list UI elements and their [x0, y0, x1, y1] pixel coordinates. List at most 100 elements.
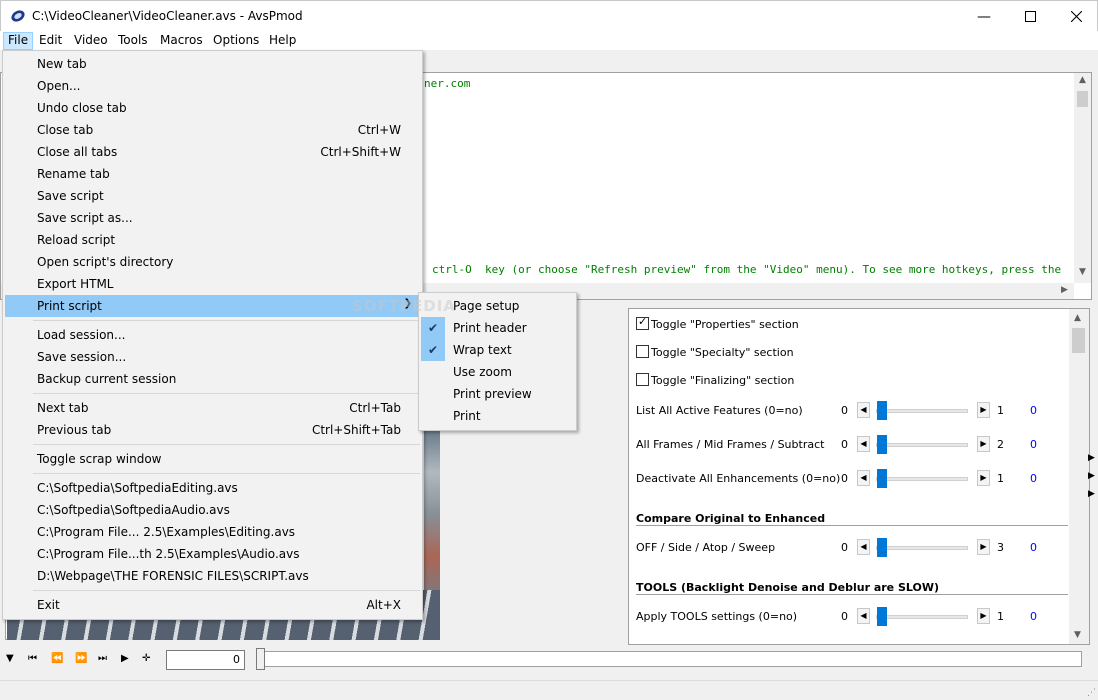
menu-item-save-script[interactable]: Save script — [5, 185, 420, 207]
scroll-thumb[interactable] — [1077, 91, 1088, 107]
submenu-item-print-header[interactable]: ✔ Print header — [421, 317, 574, 339]
slider-track[interactable] — [876, 409, 968, 413]
menu-file[interactable]: File — [3, 32, 34, 50]
menu-item-recent-file[interactable]: C:\Softpedia\SoftpediaEditing.avs — [5, 477, 420, 499]
minimize-button[interactable]: — — [961, 1, 1007, 32]
toggle-finalizing[interactable]: Toggle "Finalizing" section — [636, 373, 794, 387]
menu-item-rename-tab[interactable]: Rename tab — [5, 163, 420, 185]
maximize-button[interactable] — [1007, 1, 1053, 32]
toggle-preview-icon[interactable]: ▼ — [6, 653, 14, 664]
menu-item-save-session[interactable]: Save session... — [5, 346, 420, 368]
menu-options[interactable]: Options — [209, 32, 263, 50]
menu-item-open[interactable]: Open... — [5, 75, 420, 97]
menu-bar: File Edit Video Tools Macros Options Hel… — [0, 31, 1098, 50]
menu-item-next-tab[interactable]: Next tab Ctrl+Tab — [5, 397, 420, 419]
scroll-thumb[interactable] — [1072, 328, 1085, 353]
timeline-thumb[interactable] — [256, 648, 265, 670]
menu-edit[interactable]: Edit — [35, 32, 66, 50]
menu-item-close-all-tabs[interactable]: Close all tabs Ctrl+Shift+W — [5, 141, 420, 163]
section-header: Compare Original to Enhanced — [636, 512, 826, 525]
section-header: TOOLS (Backlight Denoise and Deblur are … — [636, 581, 940, 594]
scroll-up-icon[interactable]: ▲ — [1074, 75, 1091, 85]
menu-item-exit[interactable]: Exit Alt+X — [5, 594, 420, 616]
checkbox[interactable] — [636, 345, 649, 358]
slider-thumb[interactable] — [877, 607, 887, 626]
slider-increase-button[interactable]: ▶ — [977, 608, 990, 624]
menu-item-backup-session[interactable]: Backup current session — [5, 368, 420, 390]
slider-increase-button[interactable]: ▶ — [977, 402, 990, 418]
scroll-down-icon[interactable]: ▼ — [1069, 630, 1086, 640]
slider-increase-button[interactable]: ▶ — [977, 436, 990, 452]
slider-row: All Frames / Mid Frames / Subtract 0 ◀ ▶… — [636, 435, 1066, 455]
toggle-specialty[interactable]: Toggle "Specialty" section — [636, 345, 794, 359]
slider-label: OFF / Side / Atop / Sweep — [636, 541, 776, 554]
frame-number-input[interactable]: 0 — [166, 650, 245, 670]
skip-start-icon[interactable]: ⏮ — [28, 653, 37, 664]
slider-decrease-button[interactable]: ◀ — [857, 436, 870, 452]
close-icon — [1070, 11, 1082, 22]
checkbox[interactable] — [636, 315, 649, 330]
maximize-icon — [1024, 11, 1036, 22]
menu-item-export-html[interactable]: Export HTML — [5, 273, 420, 295]
editor-vscrollbar[interactable]: ▲ ▼ — [1074, 73, 1091, 283]
slider-decrease-button[interactable]: ◀ — [857, 402, 870, 418]
rewind-icon[interactable]: ⏪ — [51, 653, 63, 664]
menu-item-previous-tab[interactable]: Previous tab Ctrl+Shift+Tab — [5, 419, 420, 441]
menu-item-load-session[interactable]: Load session... — [5, 324, 420, 346]
toggle-properties[interactable]: Toggle "Properties" section — [636, 315, 799, 331]
properties-vscrollbar[interactable]: ▲ ▼ — [1069, 309, 1089, 644]
divider — [636, 525, 1068, 526]
fast-forward-icon[interactable]: ⏩ — [75, 653, 87, 664]
menu-item-recent-file[interactable]: C:\Program File... 2.5\Examples\Editing.… — [5, 521, 420, 543]
menu-item-toggle-scrap[interactable]: Toggle scrap window — [5, 448, 420, 470]
slider-value: 0 — [1030, 541, 1037, 554]
submenu-item-print[interactable]: Print — [421, 405, 574, 427]
expand-arrow-icon[interactable]: ▶ — [1088, 453, 1095, 463]
menu-item-save-script-as[interactable]: Save script as... — [5, 207, 420, 229]
menu-macros[interactable]: Macros — [156, 32, 207, 50]
slider-increase-button[interactable]: ▶ — [977, 539, 990, 555]
menu-item-recent-file[interactable]: D:\Webpage\THE FORENSIC FILES\SCRIPT.avs — [5, 565, 420, 587]
menu-item-close-tab[interactable]: Close tab Ctrl+W — [5, 119, 420, 141]
slider-track[interactable] — [876, 615, 968, 619]
menu-item-open-directory[interactable]: Open script's directory — [5, 251, 420, 273]
expand-arrow-icon[interactable]: ▶ — [1088, 489, 1095, 499]
slider-track[interactable] — [876, 477, 968, 481]
slider-max: 3 — [997, 541, 1004, 554]
slider-increase-button[interactable]: ▶ — [977, 470, 990, 486]
slider-thumb[interactable] — [877, 435, 887, 454]
menu-item-reload-script[interactable]: Reload script — [5, 229, 420, 251]
slider-thumb[interactable] — [877, 538, 887, 557]
expand-arrow-icon[interactable]: ▶ — [1088, 471, 1095, 481]
scroll-up-icon[interactable]: ▲ — [1069, 313, 1086, 323]
goto-frame-icon[interactable]: ✛ — [142, 653, 150, 664]
minimize-icon: — — [977, 8, 991, 25]
menu-item-undo-close-tab[interactable]: Undo close tab — [5, 97, 420, 119]
submenu-item-print-preview[interactable]: Print preview — [421, 383, 574, 405]
slider-max: 1 — [997, 404, 1004, 417]
menu-tools[interactable]: Tools — [114, 32, 152, 50]
slider-decrease-button[interactable]: ◀ — [857, 539, 870, 555]
menu-item-recent-file[interactable]: C:\Softpedia\SoftpediaAudio.avs — [5, 499, 420, 521]
checkbox[interactable] — [636, 373, 649, 386]
resize-grip-icon[interactable]: ⋰ — [1087, 688, 1096, 698]
submenu-item-wrap-text[interactable]: ✔ Wrap text — [421, 339, 574, 361]
scroll-down-icon[interactable]: ▼ — [1074, 267, 1091, 277]
timeline-slider[interactable] — [262, 651, 1082, 667]
slider-track[interactable] — [876, 546, 968, 550]
menu-help[interactable]: Help — [265, 32, 300, 50]
slider-thumb[interactable] — [877, 401, 887, 420]
skip-end-icon[interactable]: ⏭ — [98, 653, 107, 664]
slider-thumb[interactable] — [877, 469, 887, 488]
close-button[interactable] — [1053, 1, 1098, 32]
slider-decrease-button[interactable]: ◀ — [857, 470, 870, 486]
menu-item-new-tab[interactable]: New tab — [5, 53, 420, 75]
play-icon[interactable]: ▶ — [121, 653, 129, 664]
slider-track[interactable] — [876, 443, 968, 447]
menu-item-recent-file[interactable]: C:\Program File...th 2.5\Examples\Audio.… — [5, 543, 420, 565]
menu-video[interactable]: Video — [70, 32, 112, 50]
slider-decrease-button[interactable]: ◀ — [857, 608, 870, 624]
scroll-right-icon[interactable]: ▶ — [1056, 285, 1073, 295]
checkmark-icon: ✔ — [421, 317, 445, 339]
submenu-item-use-zoom[interactable]: Use zoom — [421, 361, 574, 383]
